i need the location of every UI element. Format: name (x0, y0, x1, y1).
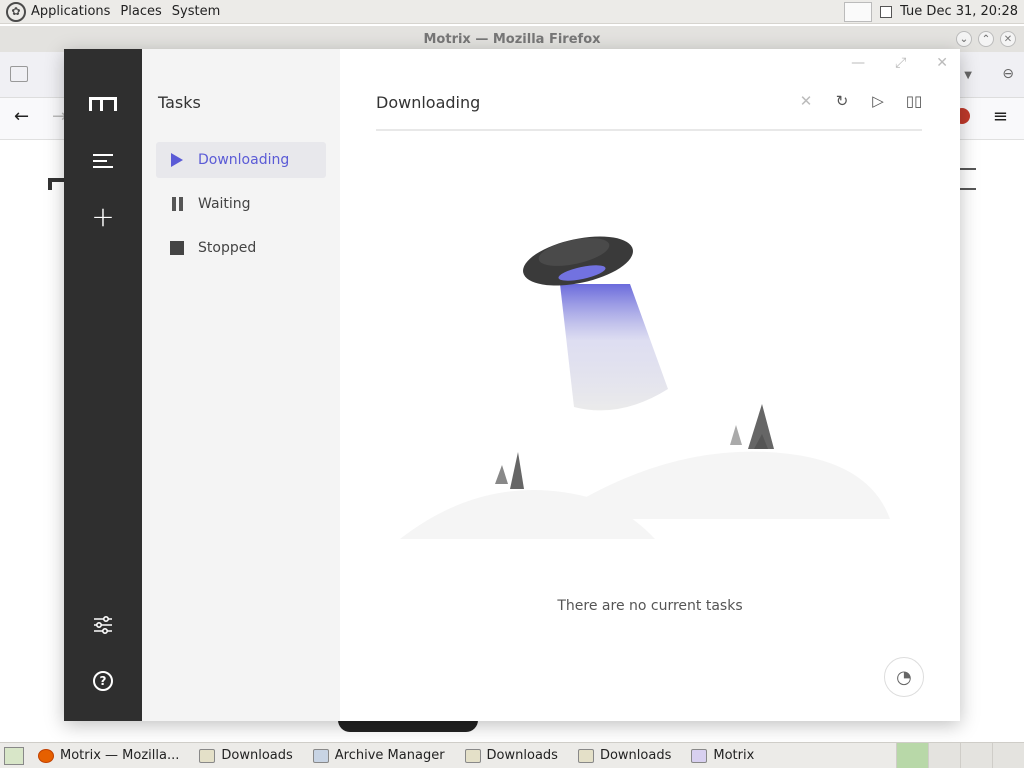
hamburger-menu-icon[interactable]: ≡ (993, 106, 1008, 127)
firefox-icon (38, 748, 54, 763)
minimize-icon[interactable]: — (851, 55, 865, 71)
subnav-item-label: Downloading (198, 152, 290, 168)
motrix-window: + ? Tasks Downloading Waiting Stopped — … (64, 49, 960, 721)
motrix-logo-icon (89, 97, 117, 111)
speedometer-icon[interactable]: ◔ (884, 657, 924, 697)
taskbar-item-label: Downloads (599, 748, 672, 763)
empty-state-message: There are no current tasks (557, 598, 743, 614)
clock[interactable]: Tue Dec 31, 20:28 (900, 4, 1018, 19)
empty-state-illustration (400, 236, 890, 539)
top-panel: ✿ Applications Places System Tue Dec 31,… (0, 0, 1024, 24)
bottom-taskbar: Motrix — Mozilla... Downloads Archive Ma… (0, 742, 1024, 768)
subnav-item-label: Waiting (198, 196, 251, 212)
preferences-icon[interactable] (88, 610, 118, 640)
firefox-window-title: Motrix — Mozilla Firefox (423, 31, 601, 47)
subnav-item-label: Stopped (198, 240, 257, 256)
maximize-icon[interactable]: ⤢ (895, 55, 906, 71)
taskbar-item-firefox[interactable]: Motrix — Mozilla... (28, 743, 189, 768)
menu-system[interactable]: System (167, 4, 225, 19)
distro-logo-icon[interactable]: ✿ (6, 1, 26, 22)
motrix-icon (691, 748, 708, 763)
resume-all-icon[interactable]: ▷ (870, 92, 886, 110)
page-title: Downloading (376, 93, 481, 112)
close-icon[interactable]: ✕ (936, 55, 948, 71)
refresh-icon[interactable]: ↻ (834, 92, 850, 110)
help-icon[interactable]: ? (88, 666, 118, 696)
tab-folder-icon[interactable] (10, 66, 28, 82)
workspace-4[interactable] (992, 743, 1024, 768)
calendar-icon (880, 5, 893, 18)
task-panel: — ⤢ ✕ Downloading ✕ ↻ ▷ ▯▯ There are no … (340, 49, 960, 721)
workspace-1[interactable] (896, 743, 928, 768)
motrix-window-controls: — ⤢ ✕ (851, 55, 948, 71)
taskbar-item-archive-manager[interactable]: Archive Manager (303, 743, 455, 768)
folder-icon (199, 748, 216, 763)
folder-icon (577, 748, 594, 763)
taskbar-item-label: Motrix (713, 748, 755, 763)
folder-icon (464, 748, 481, 763)
close-icon[interactable]: ✕ (1000, 31, 1016, 47)
subnav-title: Tasks (158, 93, 201, 112)
subnav-item-downloading[interactable]: Downloading (156, 142, 326, 178)
menu-places[interactable]: Places (115, 4, 166, 19)
tasks-subnav: Tasks Downloading Waiting Stopped (142, 49, 340, 721)
taskbar-item-label: Archive Manager (334, 748, 445, 763)
taskbar-item-label: Downloads (221, 748, 293, 763)
show-desktop-icon[interactable] (4, 746, 24, 765)
motrix-sidebar-rail: + ? (64, 49, 142, 721)
subnav-item-waiting[interactable]: Waiting (156, 186, 326, 222)
workspace-switcher (896, 743, 1024, 768)
task-actions: ✕ ↻ ▷ ▯▯ (798, 92, 923, 110)
play-icon (170, 153, 184, 167)
taskbar-item-downloads[interactable]: Downloads (455, 743, 568, 768)
archive-icon (312, 748, 329, 763)
tray-network-icon[interactable] (844, 1, 873, 22)
taskbar-item-downloads[interactable]: Downloads (189, 743, 302, 768)
taskbar-item-motrix[interactable]: Motrix (681, 743, 764, 768)
task-panel-header: Downloading ✕ ↻ ▷ ▯▯ (376, 92, 923, 131)
maximize-icon[interactable]: ⌃ (978, 31, 994, 47)
tab-overflow-icon[interactable]: ⊖ (1002, 66, 1014, 82)
stop-icon (170, 241, 184, 255)
workspace-3[interactable] (960, 743, 992, 768)
minimize-icon[interactable]: ⌄ (956, 31, 972, 47)
chevron-down-icon[interactable]: ▼ (964, 70, 972, 81)
firefox-window-controls: ⌄ ⌃ ✕ (956, 31, 1016, 47)
menu-applications[interactable]: Applications (26, 4, 115, 19)
delete-tasks-icon[interactable]: ✕ (798, 92, 814, 110)
subnav-item-stopped[interactable]: Stopped (156, 230, 326, 266)
panel-tray: Tue Dec 31, 20:28 (844, 1, 1024, 22)
add-task-icon[interactable]: + (88, 202, 118, 232)
pause-icon (170, 197, 184, 211)
task-list-icon[interactable] (88, 146, 118, 176)
pause-all-icon[interactable]: ▯▯ (906, 92, 923, 110)
taskbar-item-label: Downloads (486, 748, 558, 763)
taskbar-item-label: Motrix — Mozilla... (60, 748, 180, 763)
workspace-2[interactable] (928, 743, 960, 768)
page-menu-fragment-icon (958, 168, 976, 190)
back-arrow-icon[interactable]: ← (14, 106, 29, 127)
taskbar-item-downloads[interactable]: Downloads (568, 743, 681, 768)
